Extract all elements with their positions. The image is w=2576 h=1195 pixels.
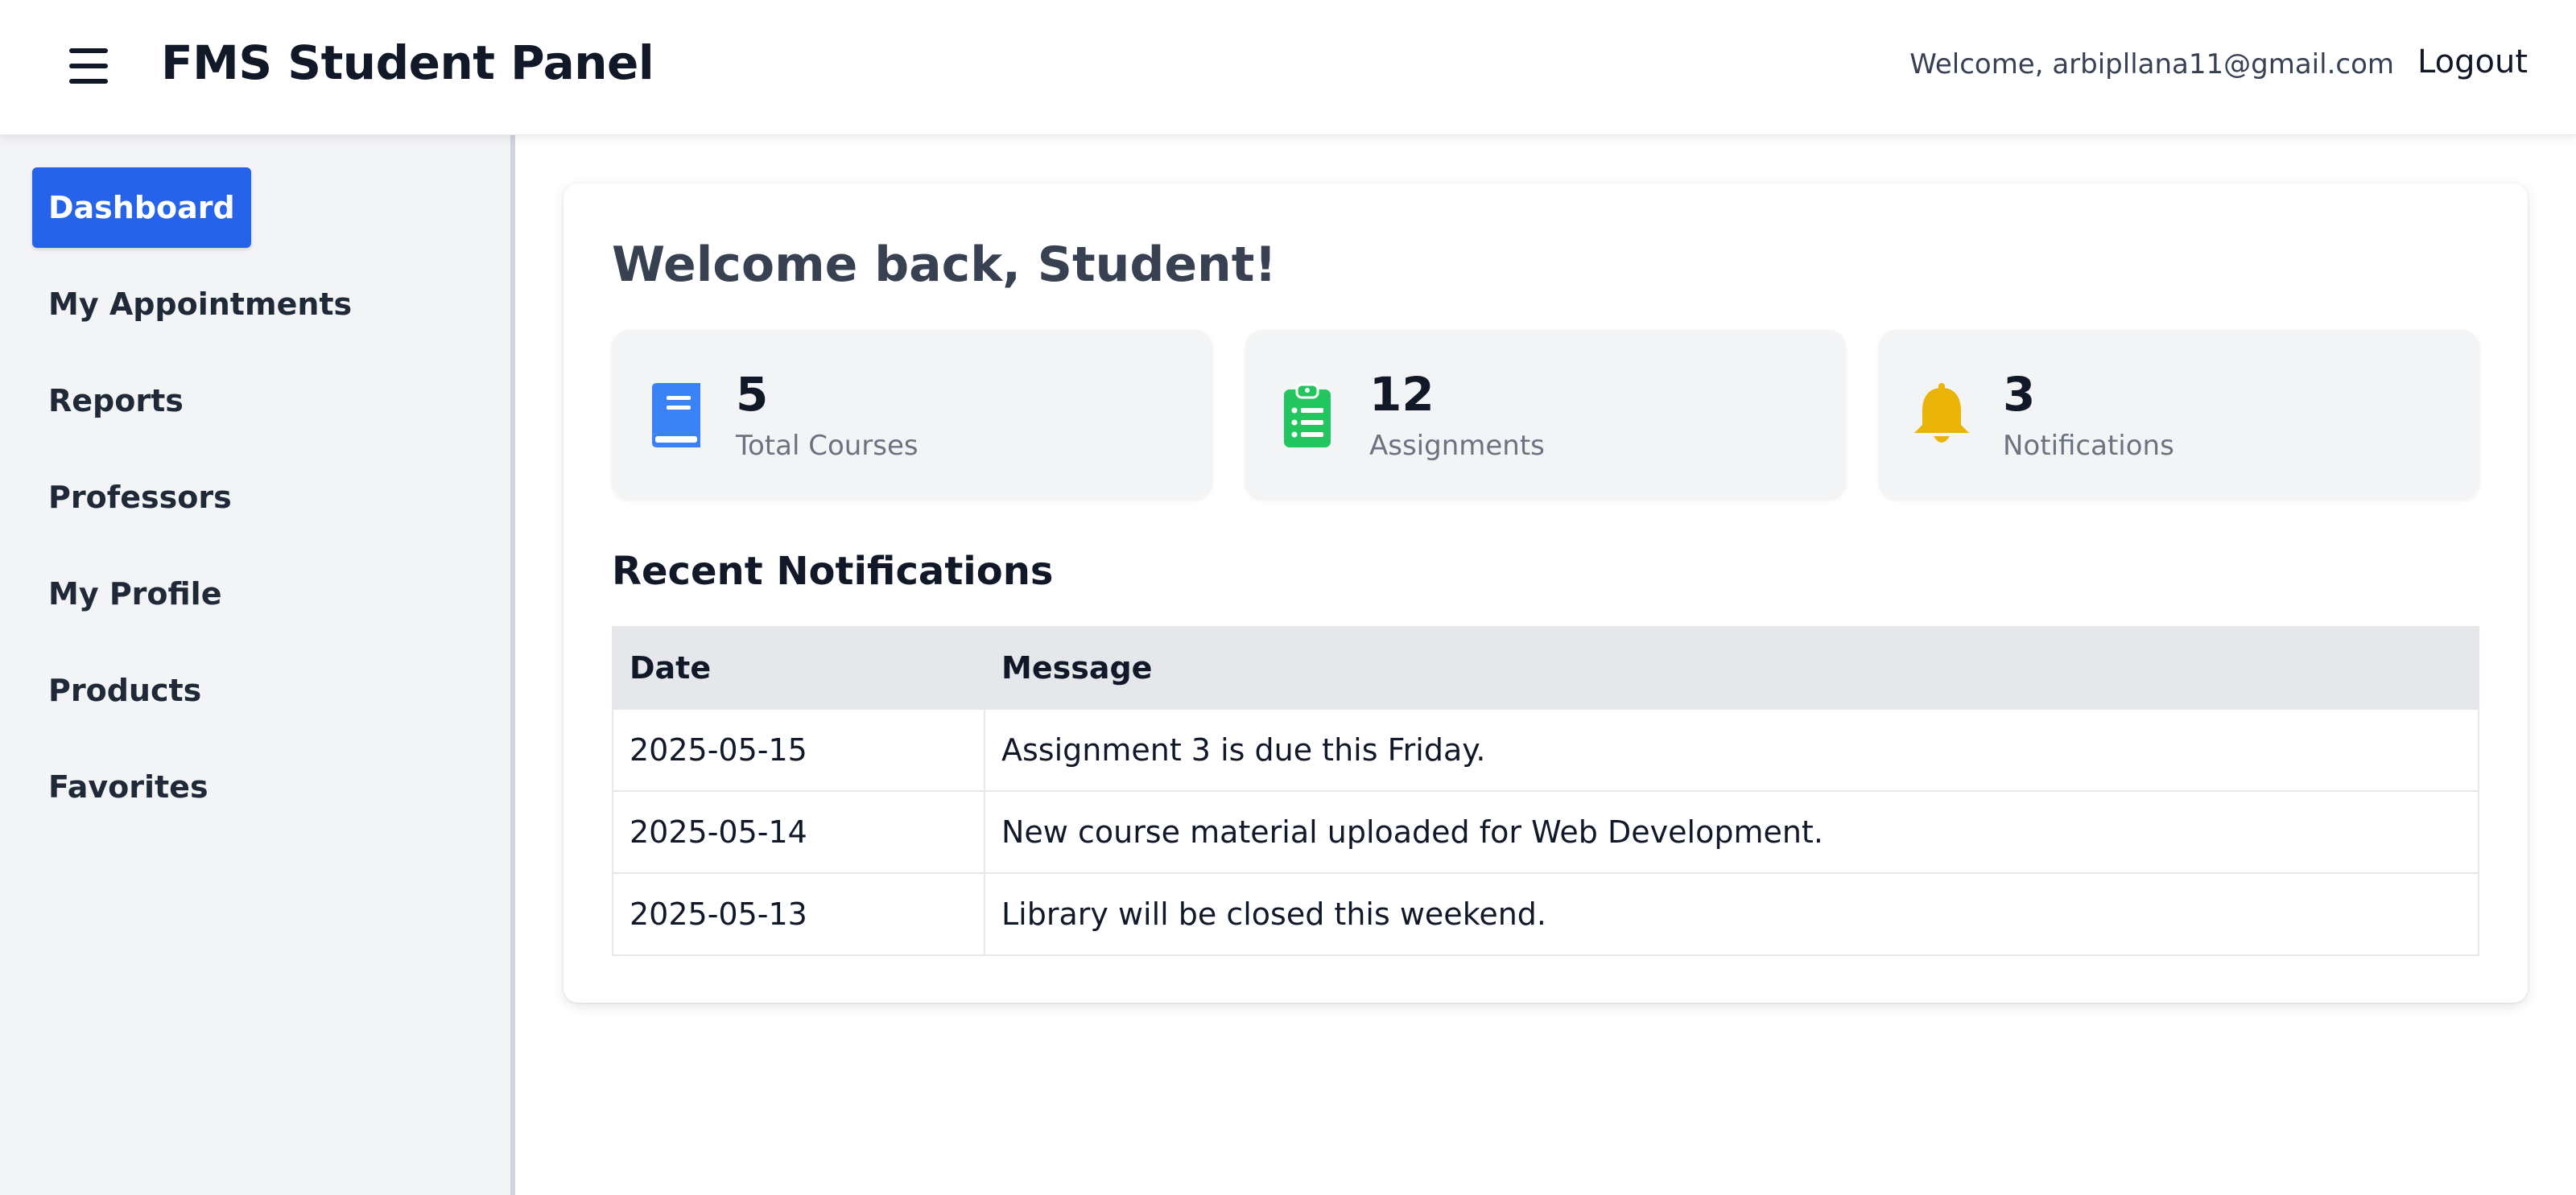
table-row: 2025-05-15 Assignment 3 is due this Frid… — [612, 708, 2479, 792]
sidebar-item-my-profile[interactable]: My Profile — [32, 554, 237, 634]
stat-value: 5 — [736, 367, 769, 422]
dashboard-card: Welcome back, Student! 5 Total Courses 1… — [564, 183, 2528, 1003]
sidebar-item-professors[interactable]: Professors — [32, 457, 248, 538]
menu-bar — [69, 79, 108, 84]
message-cell: Assignment 3 is due this Friday. — [984, 708, 2479, 792]
notifications-table: Date Message 2025-05-15 Assignment 3 is … — [612, 626, 2479, 956]
sidebar-item-products[interactable]: Products — [32, 650, 217, 731]
date-cell: 2025-05-14 — [612, 790, 985, 874]
sidebar-item-reports[interactable]: Reports — [32, 361, 200, 441]
stat-label: Total Courses — [736, 430, 919, 462]
column-header-message: Message — [984, 626, 2479, 710]
stat-card-notifications: 3 Notifications — [1879, 330, 2479, 499]
book-icon — [652, 383, 700, 447]
page-title: Welcome back, Student! — [612, 237, 1277, 293]
sidebar: Dashboard My Appointments Reports Profes… — [0, 135, 515, 1195]
table-row: 2025-05-14 New course material uploaded … — [612, 790, 2479, 874]
sidebar-item-my-appointments[interactable]: My Appointments — [32, 264, 368, 344]
app-title: FMS Student Panel — [161, 35, 654, 90]
message-cell: Library will be closed this weekend. — [984, 872, 2479, 956]
menu-bar — [69, 64, 108, 68]
stat-value: 3 — [2003, 367, 2036, 422]
stat-card-courses: 5 Total Courses — [612, 330, 1212, 499]
table-header-row: Date Message — [612, 626, 2479, 710]
hamburger-menu-icon[interactable] — [66, 45, 111, 87]
date-cell: 2025-05-15 — [612, 708, 985, 792]
stat-label: Assignments — [1369, 430, 1545, 462]
section-title: Recent Notifications — [612, 549, 1054, 594]
clipboard-list-icon — [1284, 383, 1331, 447]
bell-icon — [1914, 383, 1969, 443]
table-row: 2025-05-13 Library will be closed this w… — [612, 872, 2479, 956]
stat-value: 12 — [1369, 367, 1435, 422]
sidebar-item-favorites[interactable]: Favorites — [32, 747, 225, 827]
message-cell: New course material uploaded for Web Dev… — [984, 790, 2479, 874]
stat-label: Notifications — [2003, 430, 2174, 462]
sidebar-item-dashboard[interactable]: Dashboard — [32, 167, 251, 248]
logout-button[interactable]: Logout — [2417, 43, 2528, 80]
welcome-user-text: Welcome, arbipllana11@gmail.com — [1909, 48, 2394, 80]
menu-bar — [69, 48, 108, 53]
stat-card-assignments: 12 Assignments — [1245, 330, 1846, 499]
column-header-date: Date — [612, 626, 985, 710]
top-header: FMS Student Panel Welcome, arbipllana11@… — [0, 0, 2576, 135]
date-cell: 2025-05-13 — [612, 872, 985, 956]
